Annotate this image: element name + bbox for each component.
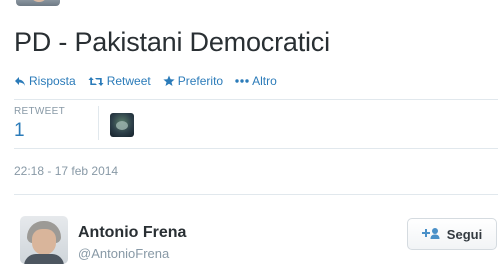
avatar-shape xyxy=(116,121,128,130)
follow-label: Segui xyxy=(446,226,483,242)
avatar-face xyxy=(30,0,48,2)
avatar-shirt xyxy=(24,254,64,264)
star-icon xyxy=(163,75,175,87)
favorite-button[interactable]: Preferito xyxy=(163,74,223,88)
author-handle: @AntonioFrena xyxy=(78,246,170,261)
avatar-face xyxy=(32,229,56,255)
stat-separator xyxy=(98,106,99,140)
reply-button[interactable]: Risposta xyxy=(14,74,76,88)
previous-avatar[interactable] xyxy=(16,0,60,6)
reply-label: Risposta xyxy=(29,74,76,88)
author-avatar[interactable] xyxy=(20,216,68,264)
reply-icon xyxy=(14,76,26,87)
retweet-stat[interactable]: RETWEET 1 xyxy=(14,106,65,142)
add-user-icon xyxy=(421,227,440,242)
tweet-actions: Risposta Retweet Preferito Altro xyxy=(14,72,277,90)
retweet-icon xyxy=(88,76,104,87)
more-label: Altro xyxy=(252,74,277,88)
tweet-text: PD - Pakistani Democratici xyxy=(14,27,330,57)
retweeter-avatar[interactable] xyxy=(110,113,134,137)
tweet-timestamp: 22:18 - 17 feb 2014 xyxy=(14,164,119,178)
divider xyxy=(14,148,498,149)
retweet-button[interactable]: Retweet xyxy=(88,74,151,88)
retweet-stat-label: RETWEET xyxy=(14,106,65,117)
favorite-label: Preferito xyxy=(177,74,224,88)
divider xyxy=(14,99,498,100)
author-name[interactable]: Antonio Frena xyxy=(78,224,186,242)
retweet-label: Retweet xyxy=(106,74,151,88)
divider xyxy=(14,194,498,195)
more-dots-icon xyxy=(235,79,249,83)
more-button[interactable]: Altro xyxy=(235,74,277,88)
follow-button[interactable]: Segui xyxy=(407,218,497,250)
retweet-count[interactable]: 1 xyxy=(14,120,65,142)
